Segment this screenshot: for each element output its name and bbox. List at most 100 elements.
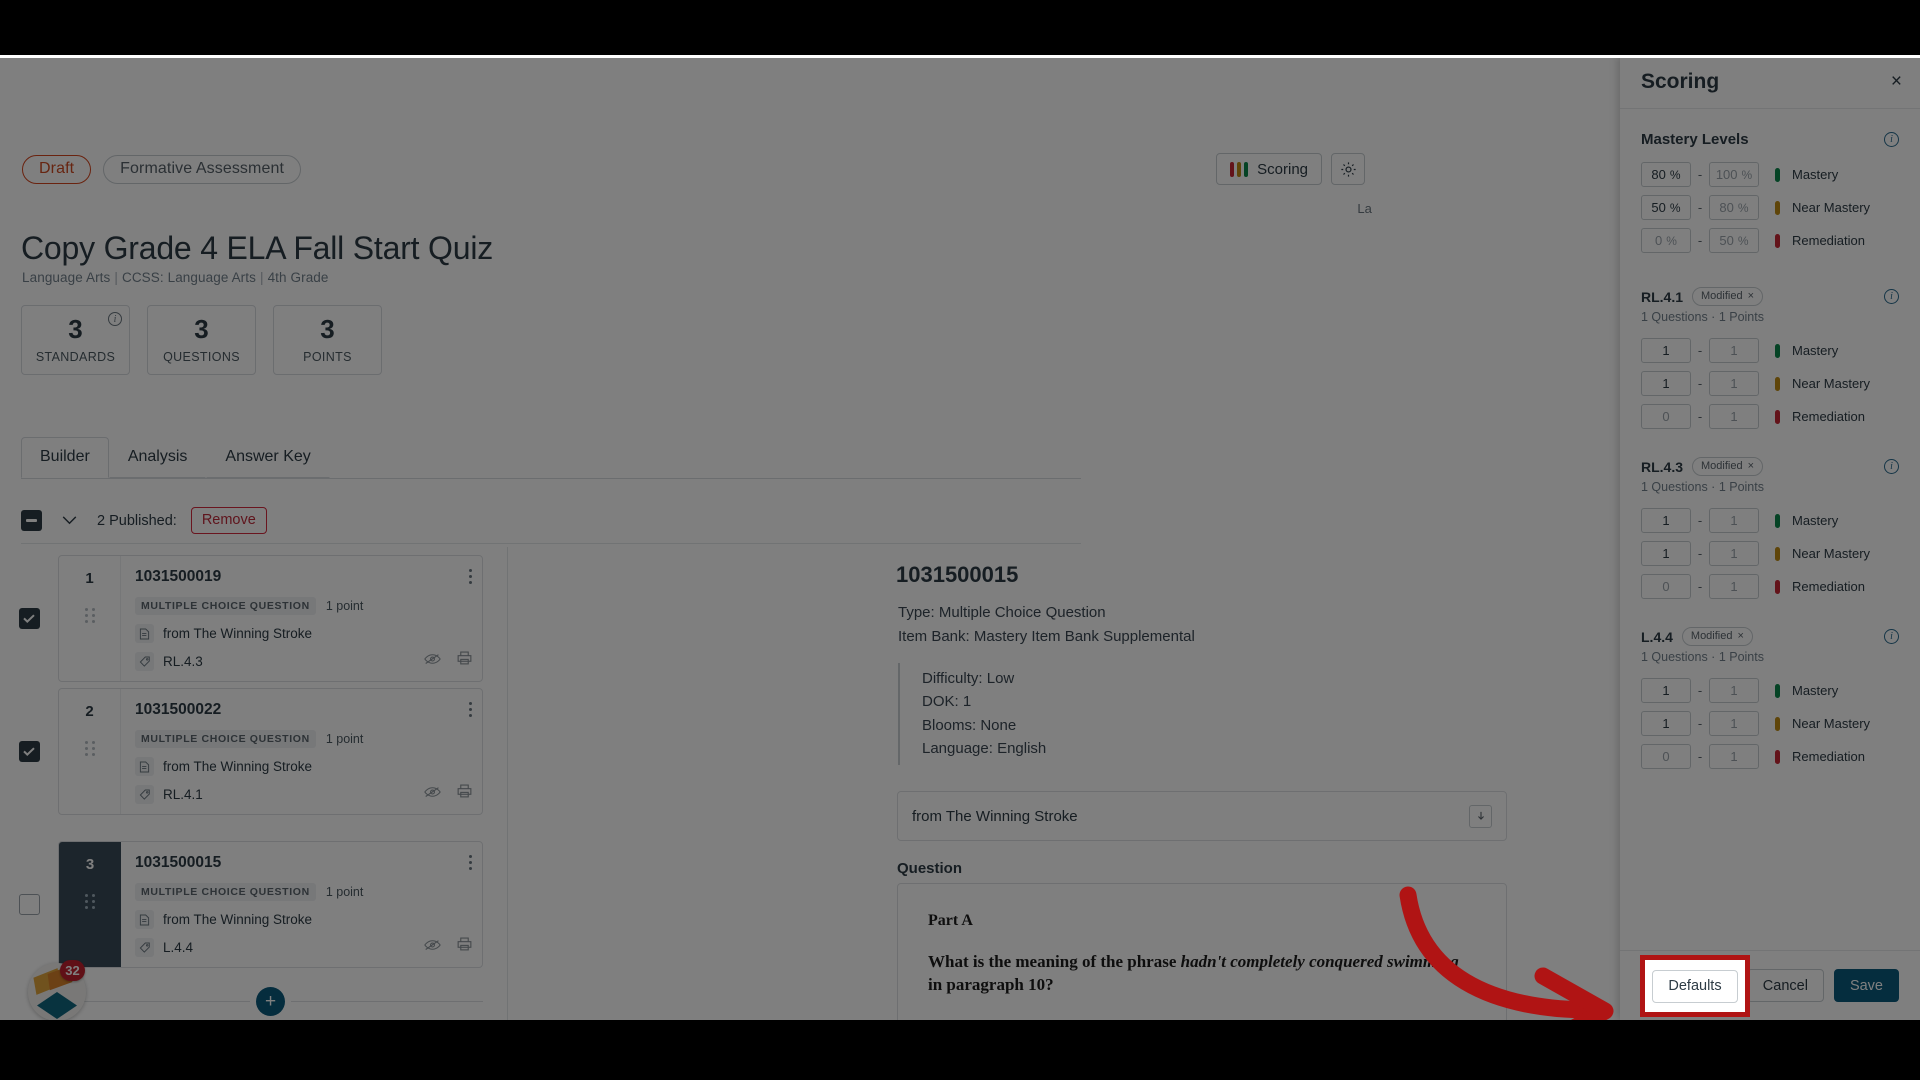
passage-accordion[interactable]: from The Winning Stroke: [897, 791, 1507, 841]
mastery-min-input[interactable]: 80%: [1641, 162, 1691, 187]
modified-chip[interactable]: Modified ×: [1692, 457, 1764, 476]
question-standard-line: RL.4.1: [135, 785, 470, 804]
near-mastery-min-input[interactable]: 1: [1641, 371, 1691, 396]
preview-icon[interactable]: [424, 938, 441, 956]
header-actions: Scoring: [1215, 153, 1365, 185]
question-drag-handle[interactable]: 2: [59, 689, 121, 814]
scoring-button[interactable]: Scoring: [1215, 153, 1322, 185]
close-icon[interactable]: ×: [1748, 460, 1754, 472]
near-mastery-min-input[interactable]: 1: [1641, 711, 1691, 736]
standard-level-rows: 1 - 1 Mastery 1 - 1 Near Mastery 0 - 1 R…: [1641, 508, 1899, 599]
near-mastery-max-input[interactable]: 80%: [1709, 195, 1759, 220]
print-icon[interactable]: [457, 784, 472, 803]
select-all-checkbox[interactable]: [21, 510, 42, 531]
range-dash: -: [1697, 513, 1703, 528]
grip-dots-icon: [85, 894, 95, 909]
remove-button[interactable]: Remove: [190, 507, 267, 534]
remediation-min-input[interactable]: 0%: [1641, 228, 1691, 253]
stat-card-standards: i 3 STANDARDS: [21, 305, 130, 375]
info-icon[interactable]: i: [108, 312, 122, 326]
modified-chip[interactable]: Modified ×: [1681, 627, 1753, 646]
preview-icon[interactable]: [424, 785, 441, 803]
chevron-down-icon[interactable]: [56, 510, 83, 532]
question-card[interactable]: 1 1031500019 MULTIPLE CHOICE QUESTION 1 …: [58, 555, 483, 682]
mastery-max-input[interactable]: 1: [1709, 508, 1759, 533]
remediation-min-input[interactable]: 0: [1641, 404, 1691, 429]
level-label: Remediation: [1792, 409, 1865, 424]
bulk-action-bar: 2 Published: Remove: [21, 507, 267, 534]
question-drag-handle[interactable]: 1: [59, 556, 121, 681]
mastery-max-input[interactable]: 1: [1709, 678, 1759, 703]
settings-button[interactable]: [1331, 153, 1365, 185]
cancel-button[interactable]: Cancel: [1746, 969, 1824, 1002]
question-card-icons: [424, 937, 472, 956]
question-checkbox[interactable]: [18, 741, 40, 762]
close-icon[interactable]: ×: [1891, 72, 1902, 91]
mastery-min-input[interactable]: 1: [1641, 338, 1691, 363]
stat-value: 3: [320, 314, 335, 344]
question-drag-handle[interactable]: 3: [59, 842, 121, 967]
stat-label: STANDARDS: [35, 350, 116, 364]
remediation-min-input[interactable]: 0: [1641, 574, 1691, 599]
question-checkbox[interactable]: [18, 608, 40, 629]
question-passage-title: from The Winning Stroke: [163, 626, 313, 641]
mastery-max-input[interactable]: 100%: [1709, 162, 1759, 187]
mastery-max-input[interactable]: 1: [1709, 338, 1759, 363]
mastery-levels-header: Mastery Levels i: [1641, 131, 1899, 148]
tab-analysis[interactable]: Analysis: [108, 437, 207, 478]
tag-icon: [135, 938, 154, 957]
annotation-highlight-box: Defaults: [1640, 955, 1750, 1017]
close-icon[interactable]: ×: [1748, 290, 1754, 302]
question-more-menu[interactable]: [469, 702, 472, 717]
near-mastery-min-input[interactable]: 50%: [1641, 195, 1691, 220]
near-mastery-max-input[interactable]: 1: [1709, 371, 1759, 396]
remediation-max-input[interactable]: 1: [1709, 744, 1759, 769]
standard-level-row: 1 - 1 Near Mastery: [1641, 711, 1899, 736]
standard-code: RL.4.1: [1641, 288, 1684, 305]
standard-code: RL.4.3: [1641, 458, 1684, 475]
divider-left: [58, 1001, 250, 1002]
question-list: 1 1031500019 MULTIPLE CHOICE QUESTION 1 …: [0, 547, 508, 1020]
mastery-min-input[interactable]: 1: [1641, 508, 1691, 533]
question-id: 1031500022: [135, 701, 222, 718]
level-color-swatch: [1775, 513, 1780, 528]
close-icon[interactable]: ×: [1737, 630, 1743, 642]
value: 50: [1719, 233, 1734, 248]
preview-icon[interactable]: [424, 652, 441, 670]
print-icon[interactable]: [457, 651, 472, 670]
expand-passage-icon[interactable]: [1469, 804, 1492, 828]
passage-title: from The Winning Stroke: [912, 807, 1078, 825]
question-card[interactable]: 3 1031500015 MULTIPLE CHOICE QUESTION 1 …: [58, 841, 483, 968]
modified-chip[interactable]: Modified ×: [1692, 287, 1764, 306]
standard-level-row: 1 - 1 Near Mastery: [1641, 371, 1899, 396]
question-standard-code: RL.4.3: [163, 654, 203, 669]
add-question-button[interactable]: +: [256, 987, 285, 1016]
info-icon[interactable]: i: [1884, 132, 1899, 147]
print-icon[interactable]: [457, 937, 472, 956]
info-icon[interactable]: i: [1884, 459, 1899, 474]
question-more-menu[interactable]: [469, 855, 472, 870]
remediation-max-input[interactable]: 50%: [1709, 228, 1759, 253]
question-checkbox[interactable]: [18, 894, 40, 915]
near-mastery-max-input[interactable]: 1: [1709, 711, 1759, 736]
info-icon[interactable]: i: [1884, 289, 1899, 304]
info-icon[interactable]: i: [1884, 629, 1899, 644]
question-card[interactable]: 2 1031500022 MULTIPLE CHOICE QUESTION 1 …: [58, 688, 483, 815]
remediation-max-input[interactable]: 1: [1709, 404, 1759, 429]
notification-badge[interactable]: 32: [60, 960, 85, 981]
question-type-tag: MULTIPLE CHOICE QUESTION: [135, 597, 316, 615]
near-mastery-min-input[interactable]: 1: [1641, 541, 1691, 566]
question-more-menu[interactable]: [469, 569, 472, 584]
value: 100: [1715, 167, 1738, 182]
range-dash: -: [1697, 376, 1703, 391]
level-label: Near Mastery: [1792, 716, 1871, 731]
tab-answer-key[interactable]: Answer Key: [206, 437, 330, 478]
tab-builder[interactable]: Builder: [21, 437, 109, 478]
tabs-divider: [21, 478, 1081, 479]
defaults-button-highlighted[interactable]: Defaults: [1652, 969, 1738, 1003]
remediation-min-input[interactable]: 0: [1641, 744, 1691, 769]
save-button[interactable]: Save: [1833, 969, 1899, 1002]
near-mastery-max-input[interactable]: 1: [1709, 541, 1759, 566]
mastery-min-input[interactable]: 1: [1641, 678, 1691, 703]
remediation-max-input[interactable]: 1: [1709, 574, 1759, 599]
